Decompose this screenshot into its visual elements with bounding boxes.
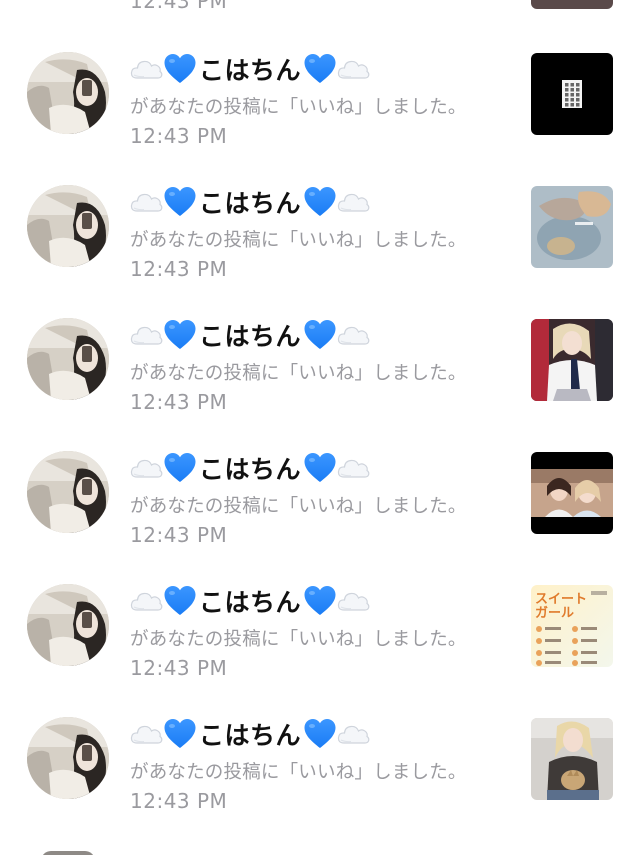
post-thumbnail[interactable]	[531, 186, 613, 268]
blue-heart-icon	[163, 53, 197, 85]
avatar[interactable]	[27, 451, 109, 533]
notification-message: があなたの投稿に「いいね」しました。	[130, 762, 467, 783]
notification-message: があなたの投稿に「いいね」しました。	[130, 629, 467, 650]
blue-heart-icon	[163, 718, 197, 750]
cloud-icon	[130, 456, 163, 480]
username-text: こはちん	[199, 588, 302, 617]
cloud-icon	[337, 190, 370, 214]
activity-screen: 12:43 PM こはちん があなたの投稿に「いいね」しました。 12:43 PM こ…	[0, 0, 640, 855]
blue-heart-icon	[163, 585, 197, 617]
avatar[interactable]	[27, 717, 109, 799]
notification-time: 12:43 PM	[130, 789, 228, 813]
post-thumbnail[interactable]	[531, 718, 613, 800]
thumbnail-title-line2: ガール	[535, 605, 574, 620]
cloud-icon	[130, 589, 163, 613]
avatar[interactable]	[27, 52, 109, 134]
notification-message: があなたの投稿に「いいね」しました。	[130, 230, 467, 251]
notification-message: があなたの投稿に「いいね」しました。	[130, 97, 467, 118]
notification-time: 12:43 PM	[130, 523, 228, 547]
notification-time: 12:43 PM	[130, 390, 228, 414]
username-text: こはちん	[199, 189, 302, 218]
previous-time: 12:43 PM	[130, 0, 228, 13]
avatar[interactable]	[27, 318, 109, 400]
username-text: こはちん	[199, 721, 302, 750]
post-thumbnail[interactable]: スイート ガール	[531, 585, 613, 667]
cloud-icon	[337, 323, 370, 347]
notification-time: 12:43 PM	[130, 257, 228, 281]
avatar[interactable]	[27, 185, 109, 267]
blue-heart-icon	[163, 452, 197, 484]
previous-notification-row[interactable]: 12:43 PM	[0, 0, 640, 14]
username[interactable]: こはちん	[130, 185, 370, 219]
post-thumbnail[interactable]	[531, 319, 613, 401]
cloud-icon	[130, 190, 163, 214]
blue-heart-icon	[163, 319, 197, 351]
cloud-icon	[337, 589, 370, 613]
blue-heart-icon	[163, 186, 197, 218]
username[interactable]: こはちん	[130, 584, 370, 618]
avatar[interactable]	[27, 584, 109, 666]
username[interactable]: こはちん	[130, 52, 370, 86]
cloud-icon	[337, 57, 370, 81]
username-text: こはちん	[199, 455, 302, 484]
notification-row[interactable]: こはちんがあなたの投稿に「いいね」しました。 12:43 PM	[0, 318, 640, 451]
notification-row[interactable]: こはちんがあなたの投稿に「いいね」しました。 12:43 PM	[0, 185, 640, 318]
notification-time: 12:43 PM	[130, 124, 228, 148]
cloud-icon	[130, 722, 163, 746]
post-thumbnail[interactable]	[531, 452, 613, 534]
notification-row[interactable]: こはちんがあなたの投稿に「いいね」しました。 12:43 PM スイート ガール	[0, 584, 640, 717]
notification-message: があなたの投稿に「いいね」しました。	[130, 496, 467, 517]
next-avatar[interactable]	[41, 851, 95, 855]
thumbnail-title-line1: スイート	[535, 591, 587, 606]
next-notification-row[interactable]	[0, 849, 640, 855]
username[interactable]: こはちん	[130, 451, 370, 485]
cloud-icon	[337, 456, 370, 480]
username-text: こはちん	[199, 56, 302, 85]
previous-thumbnail[interactable]	[531, 0, 613, 9]
cloud-icon	[130, 57, 163, 81]
username[interactable]: こはちん	[130, 717, 370, 751]
blue-heart-icon	[303, 585, 337, 617]
blue-heart-icon	[303, 319, 337, 351]
blue-heart-icon	[303, 186, 337, 218]
notification-row[interactable]: こはちんがあなたの投稿に「いいね」しました。 12:43 PM	[0, 717, 640, 850]
notification-message: があなたの投稿に「いいね」しました。	[130, 363, 467, 384]
cloud-icon	[337, 722, 370, 746]
blue-heart-icon	[303, 718, 337, 750]
notification-row[interactable]: こはちんがあなたの投稿に「いいね」しました。 12:43 PM	[0, 52, 640, 185]
blue-heart-icon	[303, 452, 337, 484]
username[interactable]: こはちん	[130, 318, 370, 352]
cloud-icon	[130, 323, 163, 347]
post-thumbnail[interactable]	[531, 53, 613, 135]
username-text: こはちん	[199, 322, 302, 351]
blue-heart-icon	[303, 53, 337, 85]
notification-row[interactable]: こはちんがあなたの投稿に「いいね」しました。 12:43 PM	[0, 451, 640, 584]
notification-time: 12:43 PM	[130, 656, 228, 680]
